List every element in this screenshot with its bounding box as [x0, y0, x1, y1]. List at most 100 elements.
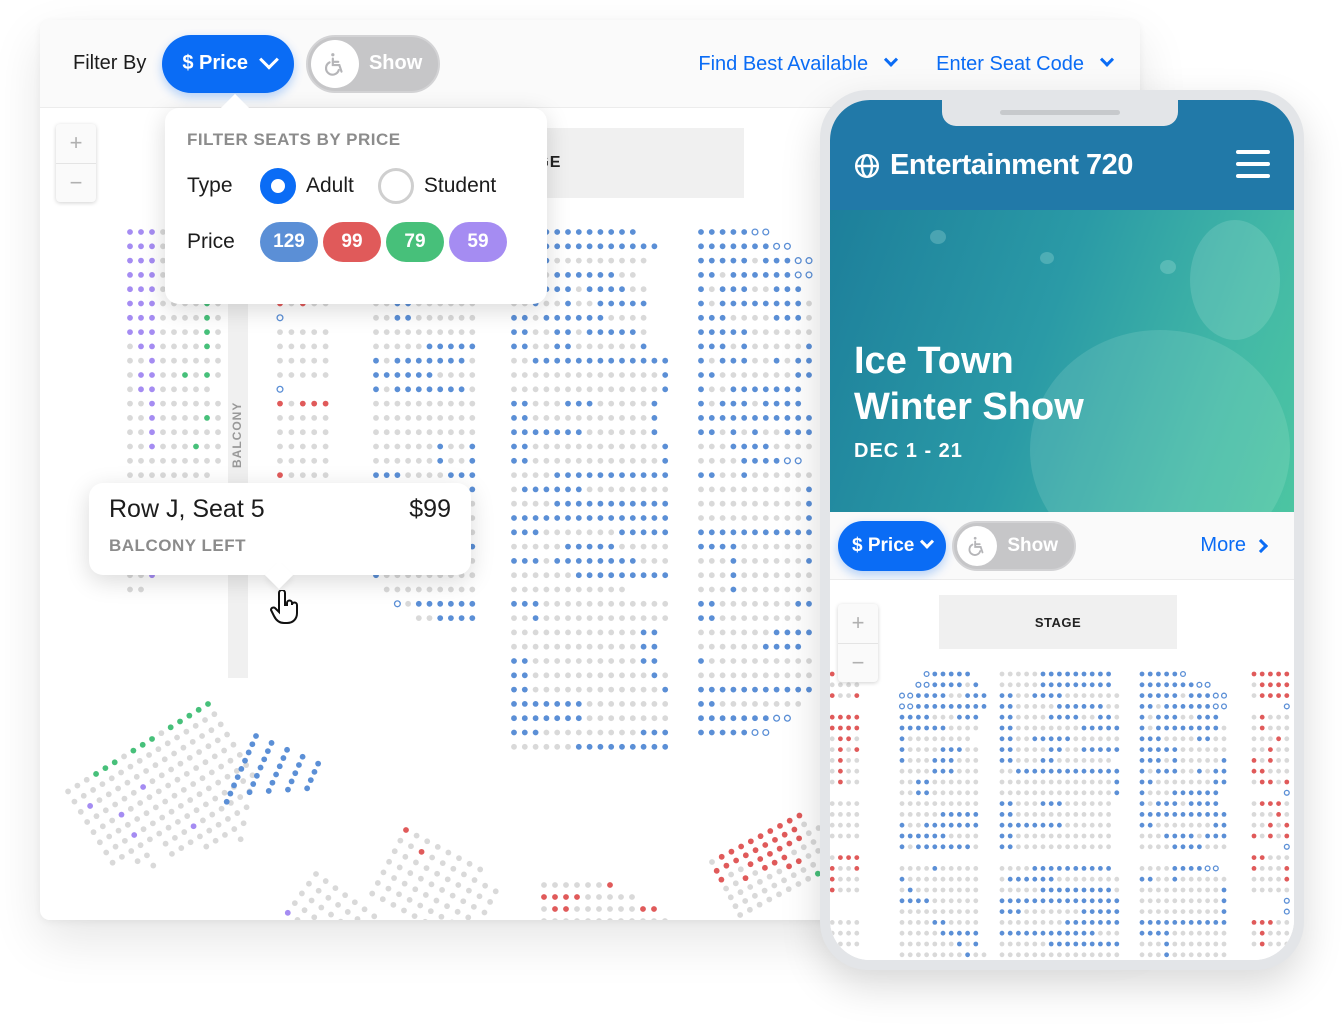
seat[interactable] — [149, 343, 155, 350]
seat[interactable] — [999, 736, 1005, 742]
seat[interactable] — [1024, 876, 1029, 882]
seat[interactable] — [521, 314, 528, 321]
seat[interactable] — [204, 314, 210, 321]
seat[interactable] — [784, 429, 791, 436]
seat[interactable] — [773, 714, 781, 722]
seat[interactable] — [1220, 692, 1228, 699]
seat[interactable] — [532, 701, 539, 707]
seat[interactable] — [899, 725, 905, 731]
seat[interactable] — [806, 558, 812, 564]
seat[interactable] — [1197, 920, 1202, 925]
seat[interactable] — [741, 329, 748, 335]
seat[interactable] — [708, 243, 715, 250]
seat[interactable] — [795, 357, 802, 364]
seat[interactable] — [565, 243, 571, 250]
seat[interactable] — [629, 500, 636, 507]
seat[interactable] — [806, 372, 812, 378]
seat[interactable] — [948, 682, 954, 688]
seat[interactable] — [838, 725, 843, 731]
seat[interactable] — [795, 686, 802, 693]
seat[interactable] — [932, 671, 938, 677]
seat[interactable] — [138, 314, 144, 321]
seat[interactable] — [783, 457, 791, 465]
seat[interactable] — [794, 457, 802, 465]
seat[interactable] — [1213, 779, 1219, 785]
seat[interactable] — [458, 386, 465, 393]
seat[interactable] — [924, 779, 929, 785]
seat[interactable] — [1147, 812, 1153, 817]
seat[interactable] — [1081, 898, 1087, 904]
seat[interactable] — [1205, 833, 1210, 839]
seat[interactable] — [597, 515, 604, 521]
seat[interactable] — [597, 286, 604, 293]
seat[interactable] — [830, 876, 835, 882]
seat[interactable] — [575, 715, 582, 722]
seat[interactable] — [973, 812, 979, 817]
seat[interactable] — [1180, 920, 1186, 925]
seat[interactable] — [854, 725, 860, 731]
seat[interactable] — [138, 229, 144, 235]
seat[interactable] — [1007, 812, 1013, 817]
seat[interactable] — [521, 672, 528, 679]
seat[interactable] — [1048, 758, 1054, 763]
seat[interactable] — [415, 357, 422, 364]
seat[interactable] — [948, 704, 954, 709]
seat[interactable] — [204, 372, 210, 378]
seat[interactable] — [965, 704, 970, 709]
seat[interactable] — [1040, 930, 1046, 936]
seat[interactable] — [730, 586, 737, 593]
seat[interactable] — [111, 759, 118, 766]
seat[interactable] — [907, 725, 913, 731]
seat[interactable] — [730, 558, 737, 564]
seat[interactable] — [651, 906, 657, 912]
seat[interactable] — [575, 272, 582, 278]
seat[interactable] — [795, 629, 802, 636]
seat[interactable] — [752, 443, 758, 450]
seat[interactable] — [640, 500, 647, 507]
seat[interactable] — [1114, 747, 1120, 752]
seat[interactable] — [698, 300, 704, 307]
seat[interactable] — [1040, 876, 1046, 882]
seat[interactable] — [662, 572, 669, 579]
seat[interactable] — [1259, 714, 1265, 720]
seat[interactable] — [1164, 941, 1169, 947]
seat[interactable] — [708, 329, 715, 335]
seat[interactable] — [373, 386, 379, 393]
seat[interactable] — [1172, 801, 1178, 806]
seat[interactable] — [554, 357, 561, 364]
seat[interactable] — [973, 682, 979, 688]
seat[interactable] — [139, 741, 146, 748]
seat[interactable] — [1098, 866, 1103, 871]
seat[interactable] — [565, 543, 571, 550]
seat[interactable] — [1073, 866, 1079, 871]
seat[interactable] — [565, 715, 571, 722]
seat[interactable] — [1205, 801, 1210, 806]
seat[interactable] — [629, 229, 636, 235]
seat[interactable] — [784, 386, 791, 393]
seat[interactable] — [640, 243, 647, 250]
seat[interactable] — [1007, 704, 1013, 709]
seat[interactable] — [437, 386, 444, 393]
seat[interactable] — [575, 572, 582, 579]
seat[interactable] — [1073, 930, 1079, 936]
seat[interactable] — [1213, 812, 1219, 817]
seat[interactable] — [773, 286, 780, 293]
seat[interactable] — [916, 693, 921, 698]
seat[interactable] — [752, 243, 758, 250]
seat[interactable] — [1180, 812, 1186, 817]
seat[interactable] — [1106, 887, 1111, 893]
seat[interactable] — [437, 343, 444, 350]
seat[interactable] — [651, 243, 658, 250]
seat[interactable] — [608, 472, 615, 478]
seat[interactable] — [394, 386, 401, 393]
seat[interactable] — [1221, 833, 1227, 839]
seat[interactable] — [965, 822, 970, 828]
seat[interactable] — [469, 486, 476, 493]
seat[interactable] — [1089, 682, 1095, 688]
seat[interactable] — [1057, 768, 1062, 774]
seat[interactable] — [597, 357, 604, 364]
seat[interactable] — [940, 768, 946, 774]
seat[interactable] — [307, 777, 314, 784]
seat[interactable] — [730, 229, 737, 235]
seat[interactable] — [138, 386, 144, 393]
